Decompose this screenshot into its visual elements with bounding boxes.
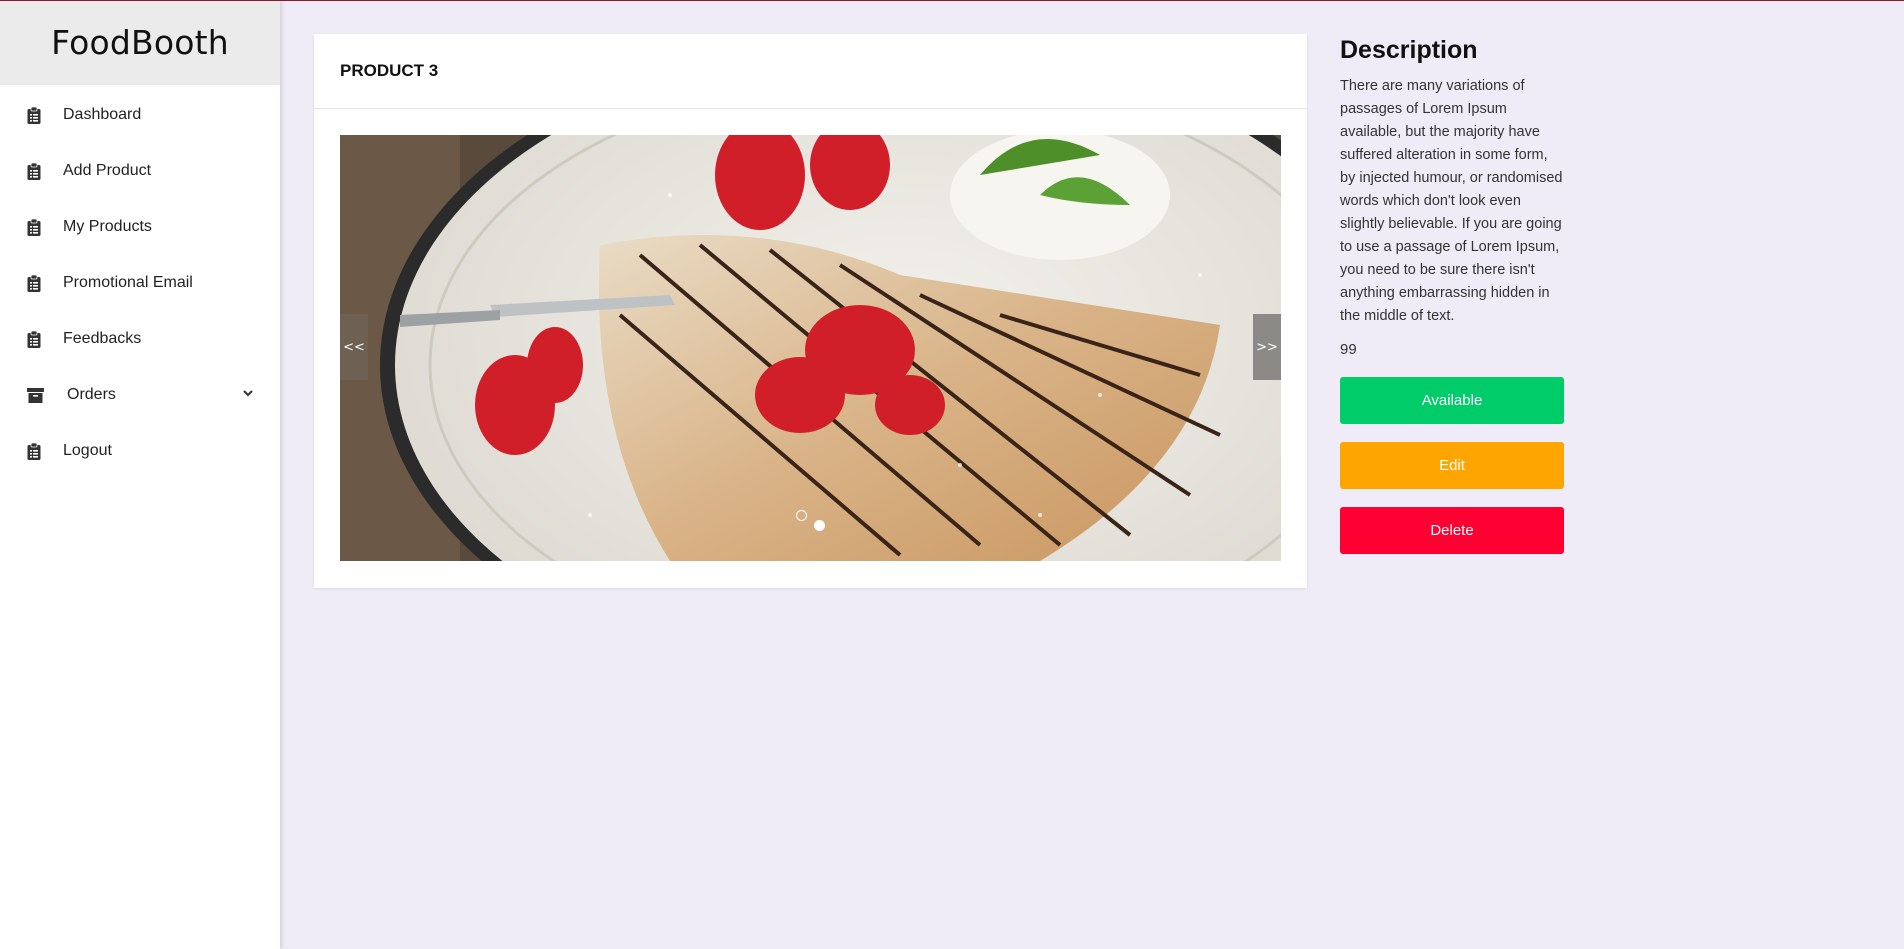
available-button[interactable]: Available: [1340, 377, 1564, 424]
sidebar-item-feedbacks[interactable]: Feedbacks: [0, 311, 280, 367]
top-border: [0, 0, 1904, 1]
carousel-dot-1[interactable]: [796, 510, 807, 521]
carousel-prev-button[interactable]: <<: [340, 314, 368, 380]
sidebar-item-label: Dashboard: [63, 106, 142, 123]
sidebar-item-label: Logout: [63, 442, 112, 459]
brand-logo[interactable]: FoodBooth: [0, 0, 280, 85]
sidebar-nav: Dashboard Add Product My Products Promot…: [0, 87, 280, 479]
clipboard-icon: [27, 274, 41, 292]
clipboard-icon: [27, 442, 41, 460]
sidebar-item-promotional-email[interactable]: Promotional Email: [0, 255, 280, 311]
sidebar-item-label: Promotional Email: [63, 274, 193, 291]
clipboard-icon: [27, 330, 41, 348]
sidebar-item-label: Add Product: [63, 162, 152, 179]
sidebar-item-dashboard[interactable]: Dashboard: [0, 87, 280, 143]
carousel-dot-2[interactable]: [814, 520, 825, 531]
product-image-carousel[interactable]: << >>: [340, 135, 1281, 561]
product-price: 99: [1340, 341, 1357, 358]
sidebar-item-orders[interactable]: Orders: [0, 367, 280, 423]
sidebar-item-label: My Products: [63, 218, 152, 235]
description-text: There are many variations of passages of…: [1340, 78, 1563, 324]
description-panel: Description There are many variations of…: [1340, 34, 1565, 554]
chevron-down-icon[interactable]: [242, 387, 254, 399]
sidebar-item-add-product[interactable]: Add Product: [0, 143, 280, 199]
clipboard-icon: [27, 162, 41, 180]
sidebar-item-label: Orders: [67, 386, 116, 403]
clipboard-icon: [27, 218, 41, 236]
product-photo: [340, 135, 1281, 561]
archive-icon: [27, 387, 44, 403]
edit-button[interactable]: Edit: [1340, 442, 1564, 489]
carousel-next-button[interactable]: >>: [1253, 314, 1281, 380]
delete-button[interactable]: Delete: [1340, 507, 1564, 554]
sidebar: FoodBooth Dashboard Add Product My Produ…: [0, 0, 280, 949]
carousel-indicators: [794, 510, 854, 531]
product-title: PRODUCT 3: [314, 34, 1307, 109]
sidebar-item-label: Feedbacks: [63, 330, 142, 347]
product-card: PRODUCT 3 << >>: [314, 34, 1307, 588]
sidebar-item-logout[interactable]: Logout: [0, 423, 280, 479]
description-heading: Description: [1340, 36, 1478, 64]
sidebar-item-my-products[interactable]: My Products: [0, 199, 280, 255]
clipboard-icon: [27, 106, 41, 124]
